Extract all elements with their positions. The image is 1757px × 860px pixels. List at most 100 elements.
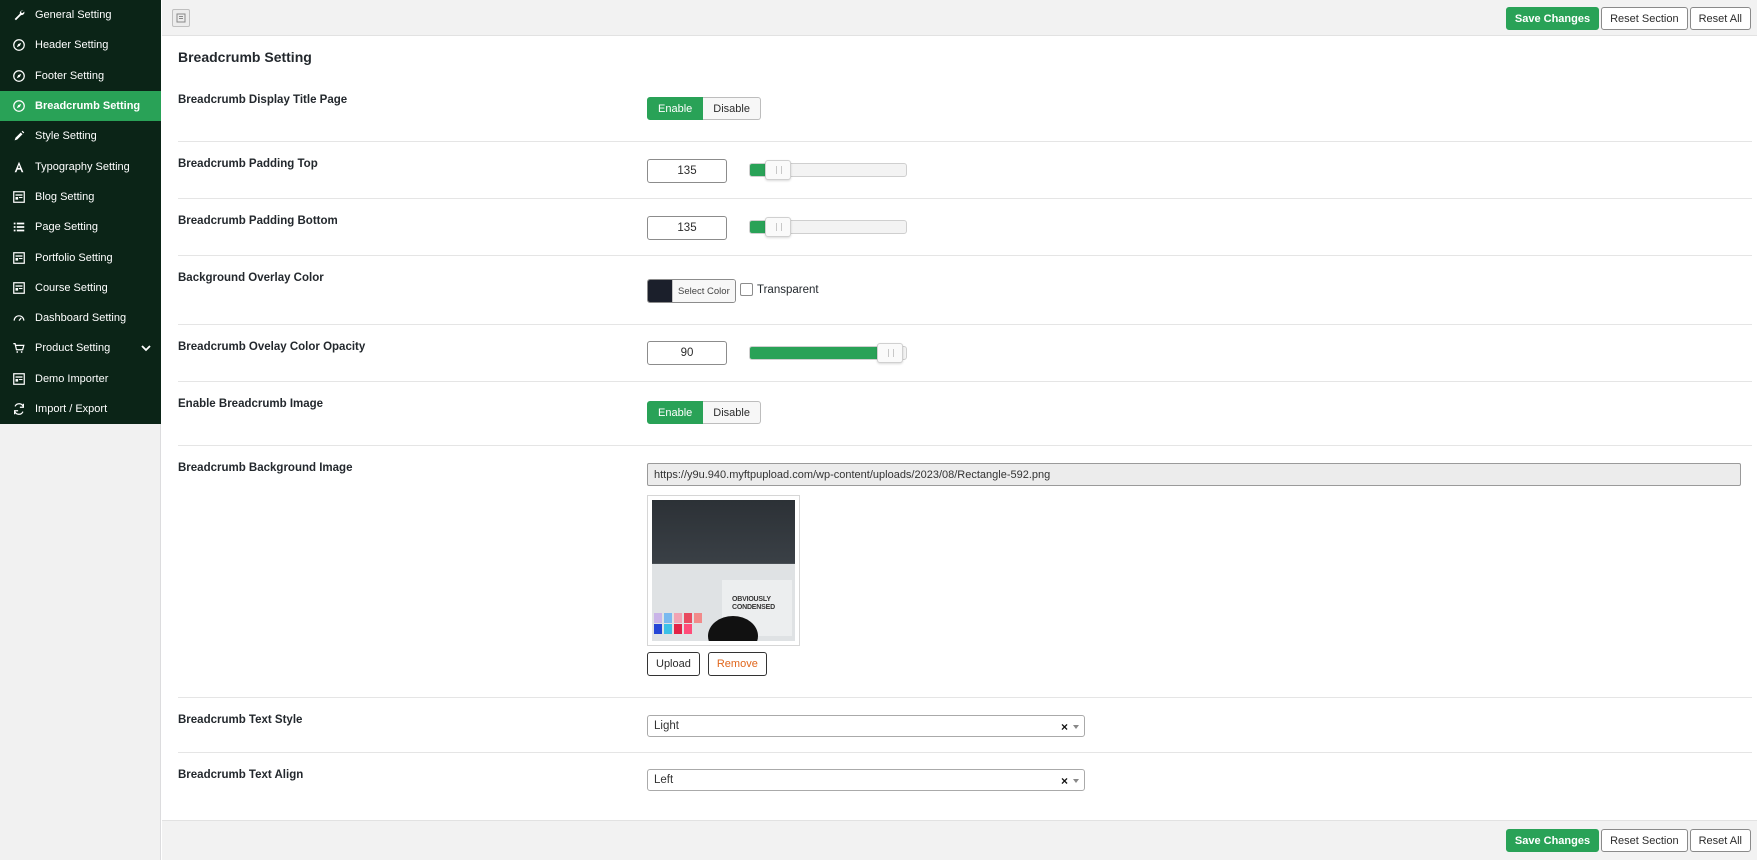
padding-bottom-slider[interactable] — [749, 217, 907, 237]
bottom-actions: Save Changes Reset Section Reset All — [1505, 829, 1751, 852]
sidebar-item-demo-importer[interactable]: Demo Importer — [0, 364, 161, 394]
padding-top-label: Breadcrumb Padding Top — [178, 158, 318, 170]
layout-icon — [11, 280, 27, 296]
sidebar-item-label: Import / Export — [35, 403, 108, 415]
divider — [178, 255, 1752, 256]
enable-image-label: Enable Breadcrumb Image — [178, 398, 324, 410]
divider — [178, 198, 1752, 199]
sidebar-item-style-setting[interactable]: Style Setting — [0, 121, 161, 151]
preview-swatch — [674, 613, 682, 623]
padding-top-input[interactable] — [647, 159, 727, 183]
layout-icon — [11, 371, 27, 387]
enable-image-enable-button[interactable]: Enable — [647, 401, 704, 424]
sidebar-item-label: Dashboard Setting — [35, 312, 127, 325]
top-toolbar: Save Changes Reset Section Reset All — [162, 0, 1757, 36]
section-title: Breadcrumb Setting — [178, 49, 312, 65]
clear-icon[interactable]: × — [1061, 774, 1068, 788]
remove-button[interactable]: Remove — [707, 652, 767, 676]
sidebar-item-label: Portfolio Setting — [35, 251, 113, 264]
sidebar-item-header-setting[interactable]: Header Setting — [0, 30, 161, 60]
sidebar-item-blog-setting[interactable]: Blog Setting — [0, 182, 161, 212]
clear-icon[interactable]: × — [1061, 720, 1068, 734]
refresh-icon — [11, 401, 27, 417]
sidebar: General Setting Header Setting Footer Sett… — [0, 0, 161, 860]
sidebar-item-label: Product Setting — [35, 342, 111, 355]
upload-button[interactable]: Upload — [647, 652, 700, 676]
compass-icon — [11, 98, 27, 114]
sidebar-item-dashboard-setting[interactable]: Dashboard Setting — [0, 303, 161, 333]
padding-bottom-input[interactable] — [647, 216, 727, 240]
reset-all-button[interactable]: Reset All — [1689, 829, 1751, 852]
overlay-opacity-input[interactable] — [647, 341, 727, 365]
select-color-button[interactable]: Select Color — [672, 280, 735, 302]
reset-section-button[interactable]: Reset Section — [1601, 829, 1688, 852]
divider — [178, 697, 1752, 698]
sidebar-item-portfolio-setting[interactable]: Portfolio Setting — [0, 242, 161, 272]
sidebar-item-label: General Setting — [35, 9, 112, 22]
save-changes-button[interactable]: Save Changes — [1505, 7, 1600, 30]
display-title-enable-button[interactable]: Enable — [647, 97, 704, 120]
bg-image-label: Breadcrumb Background Image — [178, 462, 353, 474]
preview-swatch — [664, 613, 672, 623]
font-icon — [11, 159, 27, 175]
display-title-label: Breadcrumb Display Title Page — [178, 94, 348, 106]
top-actions: Save Changes Reset Section Reset All — [1505, 7, 1751, 30]
settings-panel: Breadcrumb Setting Breadcrumb Display Ti… — [162, 36, 1757, 820]
preview-swatch — [694, 613, 702, 623]
sidebar-item-label: Page Setting — [35, 221, 98, 234]
transparent-checkbox[interactable] — [740, 283, 753, 296]
color-swatch[interactable] — [648, 280, 672, 302]
padding-top-slider[interactable] — [749, 160, 907, 180]
chevron-down-icon[interactable] — [139, 341, 153, 355]
bg-image-url-field[interactable]: https://y9u.940.myftpupload.com/wp-conte… — [647, 463, 1741, 486]
sidebar-item-label: Typography Setting — [35, 160, 130, 173]
sidebar-item-breadcrumb-setting[interactable]: Breadcrumb Setting — [0, 90, 161, 122]
slider-handle[interactable] — [877, 343, 904, 363]
preview-swatch — [684, 613, 692, 623]
preview-swatch — [684, 624, 692, 634]
preview-swatch — [664, 624, 672, 634]
sidebar-item-typography-setting[interactable]: Typography Setting — [0, 151, 161, 181]
layout-icon — [11, 189, 27, 205]
list-icon — [11, 219, 27, 235]
save-changes-button[interactable]: Save Changes — [1505, 829, 1600, 852]
image-actions: Upload Remove — [647, 652, 767, 676]
transparent-label: Transparent — [757, 283, 819, 296]
sidebar-item-label: Header Setting — [35, 39, 109, 52]
layout-icon — [11, 250, 27, 266]
sidebar-item-course-setting[interactable]: Course Setting — [0, 273, 161, 303]
sidebar-item-general-setting[interactable]: General Setting — [0, 0, 161, 30]
preview-text: OBVIOUSLY CONDENSED — [732, 596, 775, 611]
transparent-option[interactable]: Transparent — [740, 283, 819, 296]
overlay-opacity-slider[interactable] — [749, 343, 907, 363]
slider-handle[interactable] — [765, 217, 792, 237]
display-title-disable-button[interactable]: Disable — [703, 97, 761, 120]
sidebar-item-page-setting[interactable]: Page Setting — [0, 212, 161, 242]
reset-all-button[interactable]: Reset All — [1689, 7, 1751, 30]
text-style-value: Light — [654, 720, 679, 732]
slider-handle[interactable] — [765, 160, 792, 180]
compass-icon — [11, 68, 27, 84]
text-style-label: Breadcrumb Text Style — [178, 714, 303, 726]
overlay-color-picker[interactable]: Select Color — [647, 279, 736, 303]
sidebar-item-footer-setting[interactable]: Footer Setting — [0, 61, 161, 91]
divider — [178, 752, 1752, 753]
text-align-select[interactable]: Left × — [647, 769, 1085, 791]
sidebar-item-import-export[interactable]: Import / Export — [0, 394, 161, 424]
enable-image-disable-button[interactable]: Disable — [703, 401, 761, 424]
chevron-down-icon[interactable] — [1073, 779, 1079, 783]
sidebar-toggle-button[interactable] — [172, 9, 190, 27]
gauge-icon — [11, 310, 27, 326]
preview-image: OBVIOUSLY CONDENSED — [652, 500, 795, 641]
divider — [178, 445, 1752, 446]
menu-icon — [176, 13, 186, 23]
sidebar-item-label: Course Setting — [35, 281, 108, 294]
sidebar-item-label: Demo Importer — [35, 372, 109, 385]
reset-section-button[interactable]: Reset Section — [1601, 7, 1688, 30]
divider — [178, 141, 1752, 142]
padding-bottom-label: Breadcrumb Padding Bottom — [178, 215, 338, 227]
sidebar-item-product-setting[interactable]: Product Setting — [0, 333, 161, 363]
chevron-down-icon[interactable] — [1073, 725, 1079, 729]
text-style-select[interactable]: Light × — [647, 715, 1085, 737]
sidebar-item-label: Style Setting — [35, 130, 97, 143]
